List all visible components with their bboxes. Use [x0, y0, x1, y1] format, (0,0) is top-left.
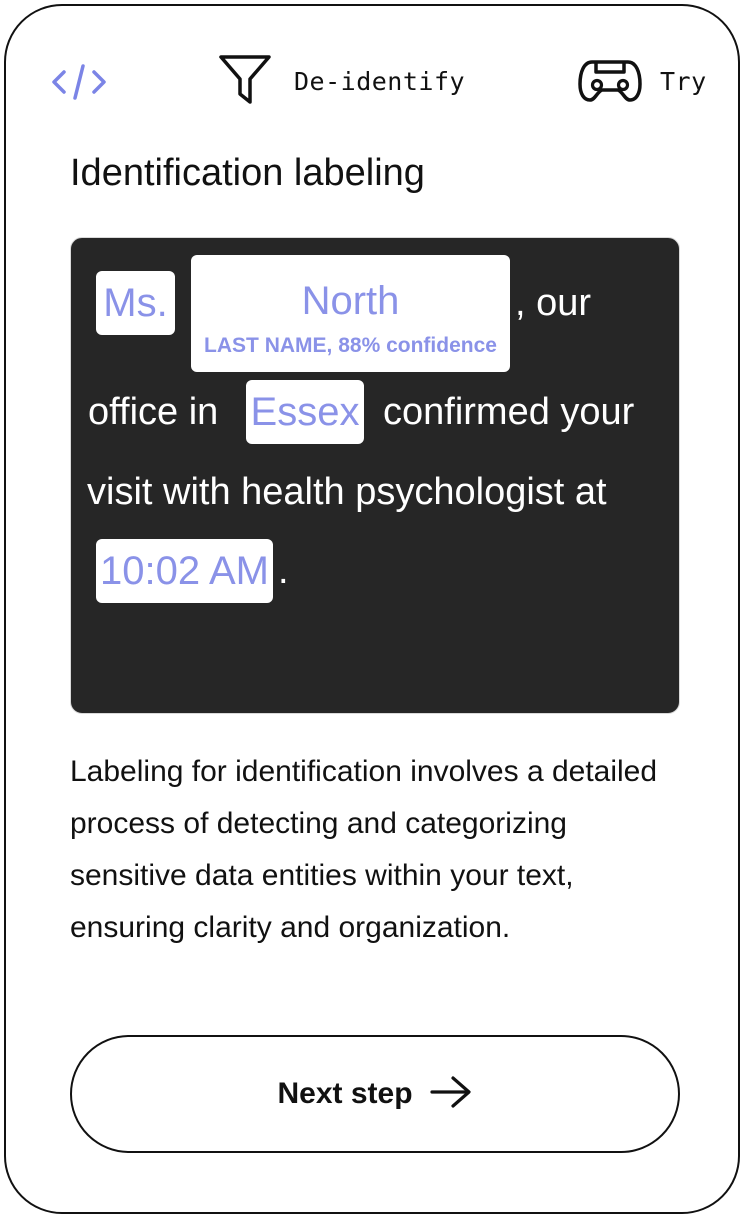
description-text: Labeling for identification involves a d…	[70, 755, 658, 944]
example-text: office in	[88, 391, 219, 433]
entity-chip-last-name[interactable]: North LAST NAME, 88% confidence	[191, 255, 510, 372]
nav-deidentify[interactable]: De-identify	[218, 52, 465, 110]
entity-chip-text: Ms.	[103, 280, 168, 325]
nav-try-label: Try	[660, 66, 707, 96]
entity-confidence-label: LAST NAME, 88% confidence	[204, 334, 497, 357]
entity-chip-text: 10:02 AM	[99, 548, 269, 593]
nav-deidentify-label: De-identify	[294, 66, 466, 96]
example-text: confirmed your	[383, 391, 635, 433]
nav-try[interactable]: Try	[578, 52, 707, 110]
entity-chip-text: North	[301, 279, 400, 323]
code-icon[interactable]	[50, 60, 110, 104]
example-card: Ms. North LAST NAME, 88% confidence , ou…	[70, 237, 680, 714]
entity-chip-title[interactable]: Ms.	[96, 271, 175, 335]
entity-chip-text: Essex	[250, 389, 360, 434]
example-text: visit with health psychologist at	[87, 471, 607, 513]
entity-chip-location[interactable]: Essex	[246, 380, 364, 444]
filter-icon	[218, 52, 272, 111]
next-step-label: Next step	[277, 1077, 413, 1110]
next-step-button[interactable]: Next step	[70, 1035, 680, 1153]
gamepad-icon	[578, 54, 642, 109]
phone-frame: De-identify Try Identification labeling …	[4, 4, 740, 1214]
entity-chip-time[interactable]: 10:02 AM	[96, 539, 273, 603]
example-text: .	[278, 550, 289, 592]
arrow-right-icon	[413, 1075, 473, 1114]
page-title: Identification labeling	[70, 152, 425, 194]
example-text: , our	[515, 282, 592, 324]
